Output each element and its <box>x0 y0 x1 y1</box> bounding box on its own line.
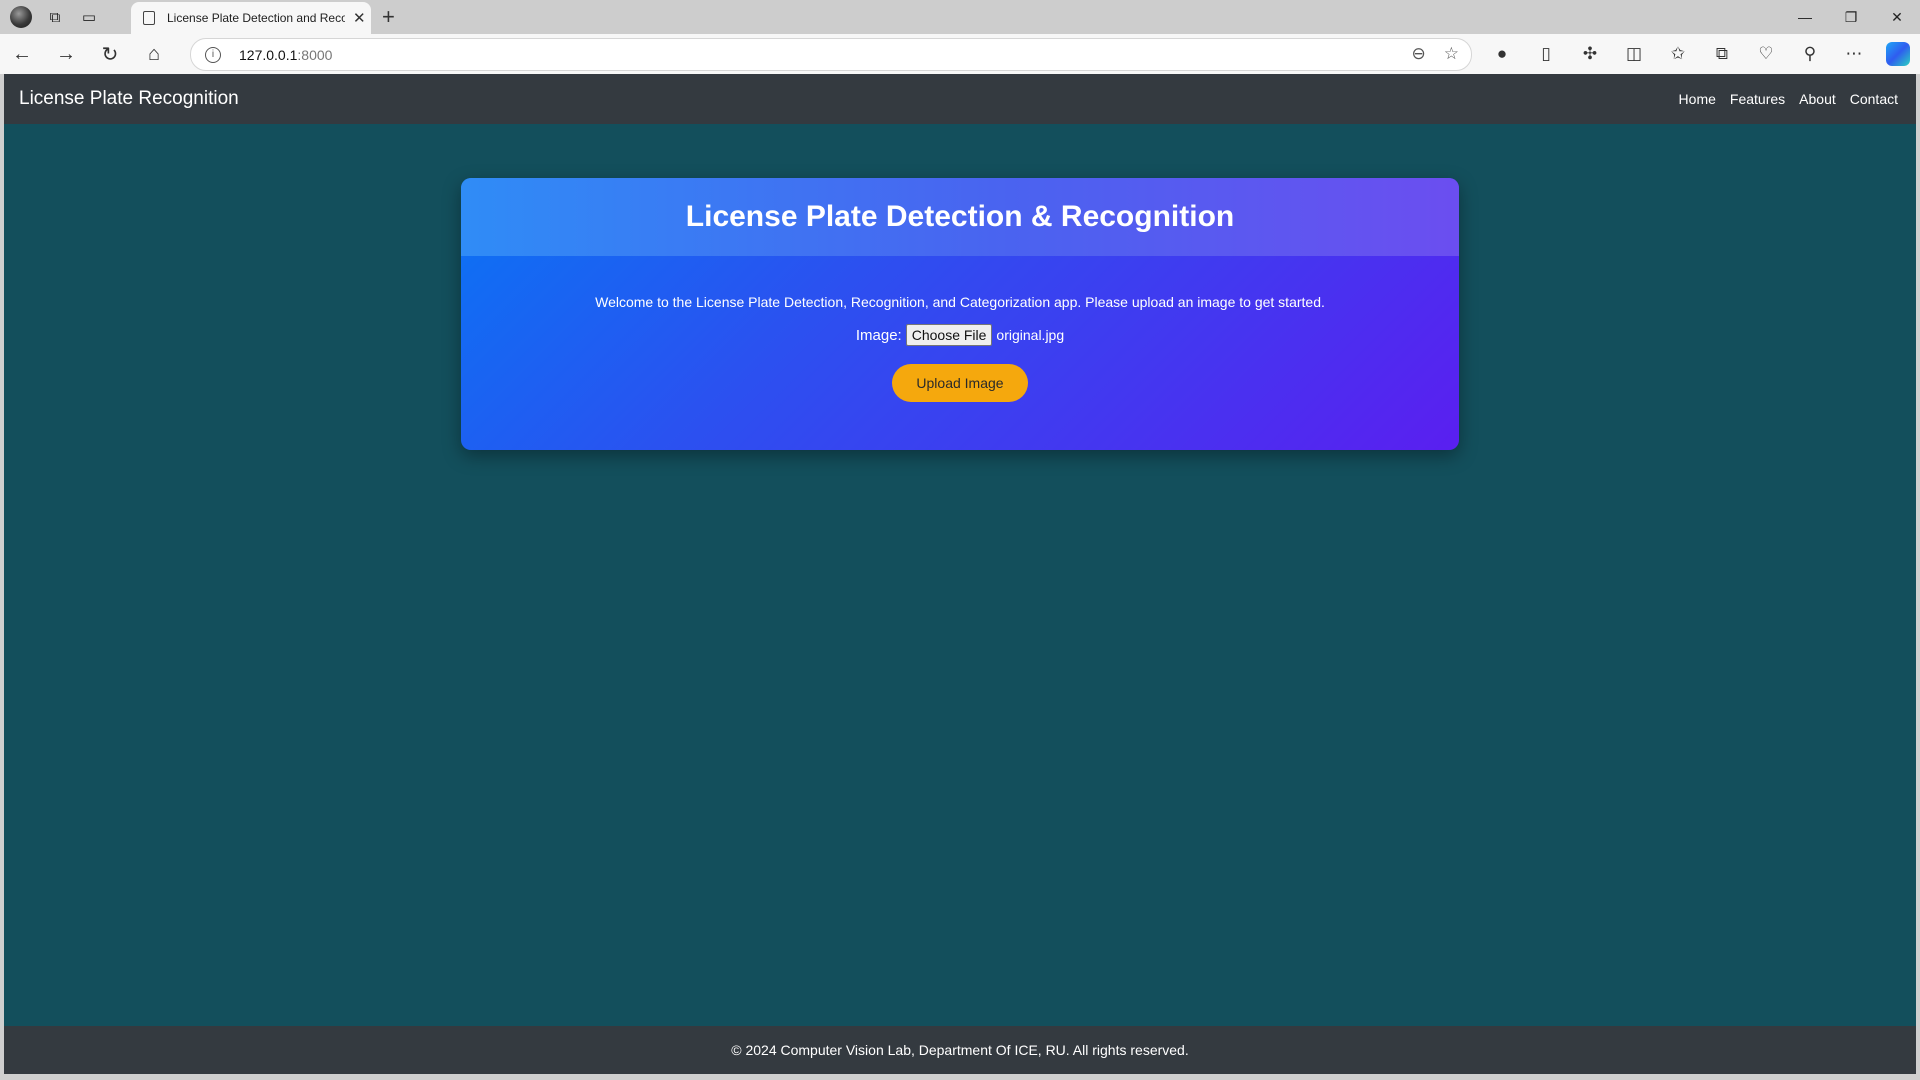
document-icon <box>143 11 155 25</box>
nav-link-features[interactable]: Features <box>1730 91 1785 107</box>
tab-actions-icon[interactable]: ▭ <box>72 0 106 34</box>
more-menu-icon[interactable]: ⋯ <box>1832 34 1876 74</box>
address-bar[interactable]: i 127.0.0.1:8000 ⊖ ☆ <box>190 38 1472 71</box>
home-icon[interactable]: ⌂ <box>132 34 176 74</box>
favorite-star-icon[interactable]: ☆ <box>1444 44 1459 64</box>
browser-essentials-icon[interactable]: ♡ <box>1744 34 1788 74</box>
browser-toolbar: ← → ↻ ⌂ i 127.0.0.1:8000 ⊖ ☆ ● ▯ ✣ ◫ ✩ ⧉… <box>0 34 1920 74</box>
zoom-out-icon[interactable]: ⊖ <box>1412 44 1426 64</box>
new-tab-button[interactable]: + <box>382 4 395 30</box>
card-body: Welcome to the License Plate Detection, … <box>461 294 1459 402</box>
site-info-icon[interactable]: i <box>205 46 221 63</box>
nav-link-home[interactable]: Home <box>1679 91 1716 107</box>
selected-file-name: original.jpg <box>996 327 1065 343</box>
nav-link-about[interactable]: About <box>1799 91 1836 107</box>
workspaces-icon[interactable]: ⧉ <box>38 0 72 34</box>
extension-globe-icon[interactable]: ● <box>1480 34 1524 74</box>
choose-file-button[interactable]: Choose File <box>905 324 993 346</box>
nav-links: Home Features About Contact <box>1679 74 1898 124</box>
minimize-icon[interactable]: — <box>1782 0 1828 34</box>
collections-icon[interactable]: ⧉ <box>1700 34 1744 74</box>
url-host: 127.0.0.1 <box>239 46 298 63</box>
url-text[interactable]: 127.0.0.1:8000 <box>239 47 332 63</box>
window-controls: — ❐ ✕ <box>1782 0 1920 34</box>
extensions-area: ● ▯ ✣ ◫ ✩ ⧉ ♡ ⚲ ⋯ <box>1480 34 1920 74</box>
favorites-icon[interactable]: ✩ <box>1656 34 1700 74</box>
site-footer: © 2024 Computer Vision Lab, Department O… <box>4 1026 1916 1074</box>
close-tab-icon[interactable]: ✕ <box>353 9 366 27</box>
split-screen-icon[interactable]: ◫ <box>1612 34 1656 74</box>
site-brand[interactable]: License Plate Recognition <box>19 88 239 110</box>
image-label: Image: <box>855 326 902 344</box>
restore-icon[interactable]: ❐ <box>1828 0 1874 34</box>
welcome-text: Welcome to the License Plate Detection, … <box>595 294 1325 310</box>
forward-icon[interactable]: → <box>44 34 88 74</box>
copilot-icon[interactable] <box>1886 42 1910 66</box>
back-icon[interactable]: ← <box>0 34 44 74</box>
upload-card: License Plate Detection & Recognition We… <box>461 178 1459 450</box>
extensions-puzzle-icon[interactable]: ✣ <box>1568 34 1612 74</box>
card-title: License Plate Detection & Recognition <box>461 178 1459 256</box>
upload-image-button[interactable]: Upload Image <box>892 364 1028 402</box>
profile-avatar[interactable] <box>10 6 32 28</box>
reload-icon[interactable]: ↻ <box>88 34 132 74</box>
footer-text: © 2024 Computer Vision Lab, Department O… <box>731 1042 1189 1058</box>
browser-tab[interactable]: License Plate Detection and Recognition … <box>131 2 371 34</box>
url-port: :8000 <box>297 46 333 63</box>
share-icon[interactable]: ⚲ <box>1788 34 1832 74</box>
nav-link-contact[interactable]: Contact <box>1850 91 1898 107</box>
site-navbar: License Plate Recognition Home Features … <box>4 74 1916 124</box>
tab-title: License Plate Detection and Recognition <box>167 11 345 25</box>
browser-tab-bar: ⧉ ▭ License Plate Detection and Recognit… <box>0 0 1920 34</box>
file-input-row: Image: Choose File original.jpg <box>461 324 1459 346</box>
window-close-icon[interactable]: ✕ <box>1874 0 1920 34</box>
extension-book-icon[interactable]: ▯ <box>1524 34 1568 74</box>
page-viewport: License Plate Recognition Home Features … <box>4 74 1916 1074</box>
